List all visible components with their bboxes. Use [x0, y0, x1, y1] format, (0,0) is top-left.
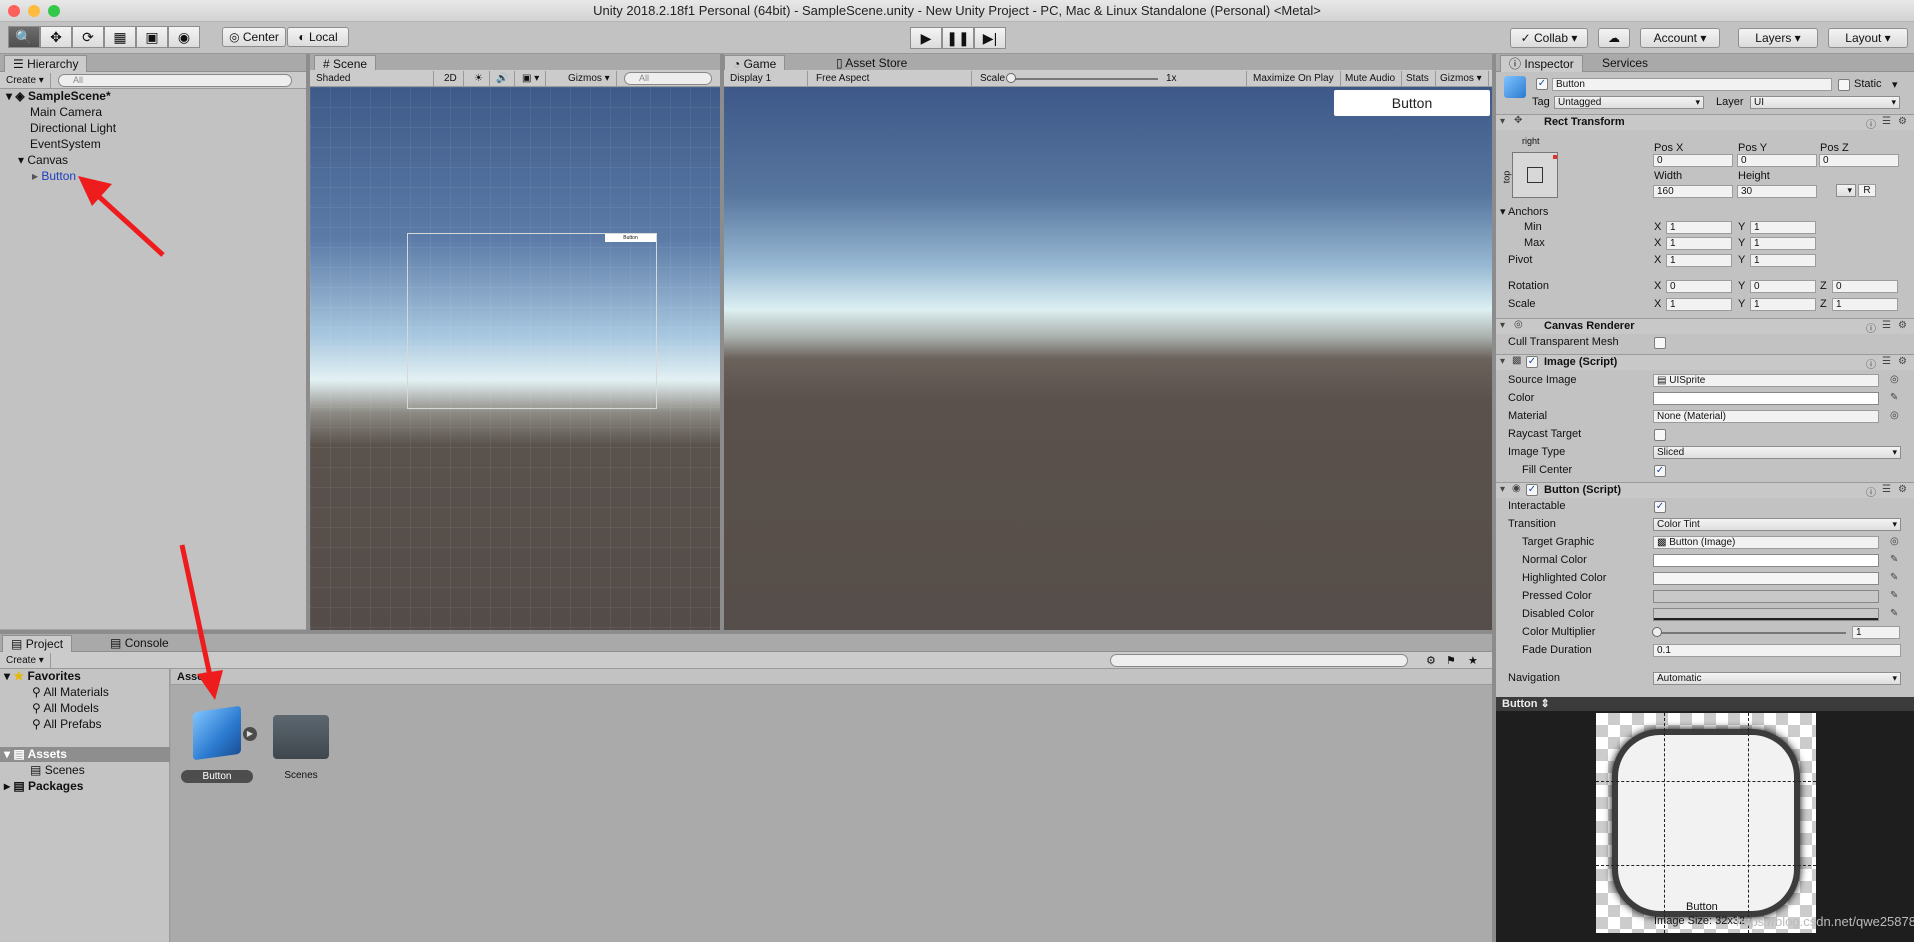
arrow-to-button-prefab	[179, 544, 223, 700]
annotation-arrows	[78, 176, 223, 700]
arrow-to-button-hierarchy	[78, 176, 165, 257]
